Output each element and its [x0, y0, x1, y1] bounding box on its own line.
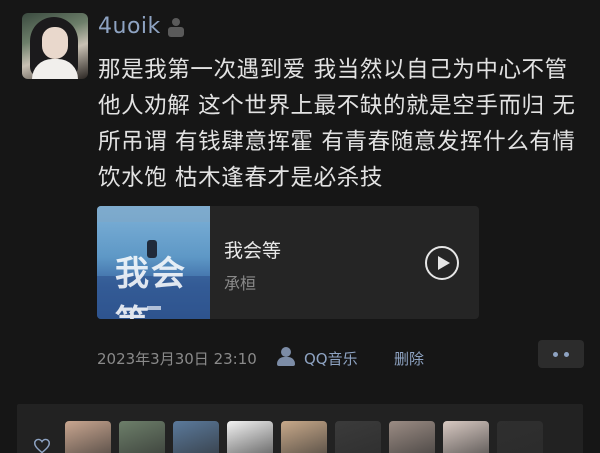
liker-avatar-4[interactable] [227, 421, 273, 453]
liker-avatar-9[interactable] [497, 421, 543, 453]
heart-icon [33, 438, 51, 453]
more-options-button[interactable] [538, 340, 584, 368]
user-avatar[interactable] [22, 13, 88, 79]
music-card[interactable]: 我会等 我会等 承桓 [97, 206, 479, 319]
liker-avatar-7[interactable] [389, 421, 435, 453]
liker-avatar-8[interactable] [443, 421, 489, 453]
delete-button[interactable]: 删除 [394, 348, 424, 369]
play-icon [438, 256, 450, 270]
song-artist: 承桓 [224, 274, 257, 293]
source-person-icon [276, 347, 296, 367]
liker-avatar-2[interactable] [119, 421, 165, 453]
liker-avatar-6[interactable] [335, 421, 381, 453]
more-dot-icon [564, 352, 569, 357]
post-timestamp: 2023年3月30日 23:10 [97, 350, 257, 368]
likes-panel [17, 404, 583, 453]
play-button[interactable] [425, 246, 459, 280]
album-cover-text: 我会等 [115, 254, 187, 319]
more-dot-icon [553, 352, 558, 357]
liker-avatar-5[interactable] [281, 421, 327, 453]
song-title: 我会等 [224, 240, 282, 262]
post-text: 那是我第一次遇到爱 我当然以自己为中心不管他人劝解 这个世界上最不缺的就是空手而… [98, 57, 576, 191]
person-icon [168, 18, 184, 38]
source-link[interactable]: QQ音乐 [304, 348, 358, 369]
liker-avatar-3[interactable] [173, 421, 219, 453]
username[interactable]: 4uoik [98, 14, 161, 39]
album-cover: 我会等 [97, 206, 210, 319]
liker-avatar-1[interactable] [65, 421, 111, 453]
avatar-face [42, 27, 68, 59]
